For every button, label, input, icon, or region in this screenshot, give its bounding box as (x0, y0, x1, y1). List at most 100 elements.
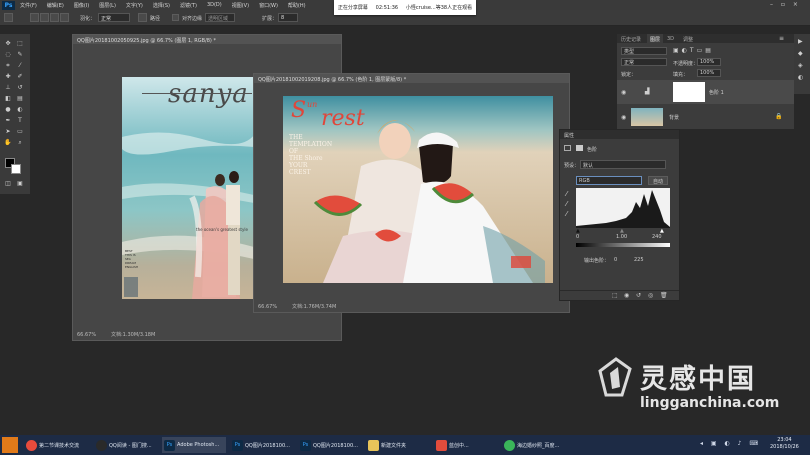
start-button[interactable] (2, 437, 18, 453)
task-photoshop[interactable]: Ps Adobe Photosh... (162, 437, 226, 453)
eyedropper-gray-icon[interactable]: ⁄ (566, 200, 567, 208)
trash-icon[interactable]: 🗑 (660, 292, 668, 299)
gradient-tool-icon[interactable]: ▤ (16, 95, 24, 102)
doc1-zoom[interactable]: 66.67% (77, 332, 96, 338)
subtract-selection-button[interactable] (50, 13, 59, 22)
visibility-eye-icon[interactable]: ◉ (621, 114, 626, 121)
layer-filter-icons[interactable]: ▣◐T▭▤ (673, 47, 733, 55)
maximize-icon[interactable]: ▫ (781, 1, 785, 8)
layer-filter-select[interactable]: 类型 (621, 47, 667, 55)
input-sliders[interactable]: ▲ ▲ ▲ (576, 228, 670, 234)
menu-edit[interactable]: 编辑(E) (42, 2, 69, 9)
mask-icon[interactable] (576, 145, 583, 151)
doc2-title-tab[interactable]: QQ图片20181002019208.jpg @ 66.7% (色阶 1, 图层… (254, 74, 569, 83)
refine-edge-button[interactable]: 透明区域 (205, 13, 235, 22)
tab-history[interactable]: 历史记录 (621, 36, 641, 43)
quick-select-tool-icon[interactable]: ✎ (16, 51, 24, 58)
task-ps-doc1[interactable]: Ps QQ图片2018100... (230, 437, 294, 453)
properties-tab[interactable]: 属性 (564, 132, 574, 139)
layer-mask-thumbnail[interactable] (673, 82, 705, 102)
history-brush-icon[interactable]: ↺ (16, 84, 24, 91)
visibility-eye-icon[interactable]: ◉ (621, 89, 626, 96)
lasso-tool-icon[interactable]: ◌ (4, 51, 12, 58)
history-panel-icon[interactable]: ▶ (798, 38, 803, 45)
channel-select[interactable]: RGB (576, 176, 642, 185)
input-white-value[interactable]: 240 (652, 234, 662, 240)
layer-row-background[interactable]: ◉ 背景 🔒 (617, 106, 794, 128)
menu-help[interactable]: 帮助(H) (283, 2, 311, 9)
3d-panel-icon[interactable]: ◈ (798, 62, 803, 69)
new-selection-button[interactable] (30, 13, 39, 22)
move-tool-icon[interactable]: ✥ (4, 40, 12, 47)
eyedropper-black-icon[interactable]: ⁄ (566, 190, 567, 198)
canvas-photo-sanya[interactable]: sanya the ocean's greatest style BEST TH… (122, 77, 254, 299)
blend-mode-select[interactable]: 正常 (621, 58, 667, 66)
type-tool-icon[interactable]: T (16, 117, 24, 124)
layer-name[interactable]: 色阶 1 (709, 89, 724, 96)
menu-image[interactable]: 图像(I) (69, 2, 94, 9)
path-select-tool-icon[interactable]: ➤ (4, 128, 12, 135)
view-previous-icon[interactable]: ◉ (624, 292, 629, 299)
layer-opacity-field[interactable]: 100% (697, 58, 721, 66)
hand-tool-icon[interactable]: ✋ (4, 139, 12, 146)
stamp-tool-icon[interactable]: ⊥ (4, 84, 12, 91)
panel-menu-icon[interactable]: ≡ (779, 35, 784, 42)
input-black-value[interactable]: 0 (576, 234, 579, 240)
task-qq[interactable]: QQ阅读 - 图门搜... (94, 437, 158, 453)
align-edges-checkbox[interactable] (172, 14, 179, 21)
tool-preset-button[interactable] (4, 13, 13, 22)
tab-adjustments[interactable]: 调整 (683, 36, 693, 43)
menu-window[interactable]: 窗口(W) (254, 2, 283, 9)
quick-mask-icon[interactable]: ◫ (4, 180, 12, 187)
menu-file[interactable]: 文件(F) (15, 2, 42, 9)
eyedropper-white-icon[interactable]: ⁄ (566, 210, 567, 218)
task-app[interactable]: 蓝创中... (434, 437, 498, 453)
marquee-tool-icon[interactable]: ⬚ (16, 40, 24, 47)
healing-tool-icon[interactable]: ✚ (4, 73, 12, 80)
blur-tool-icon[interactable]: ● (4, 106, 12, 113)
eraser-tool-icon[interactable]: ◧ (4, 95, 12, 102)
tray-icons[interactable]: ◂ ▣ ◐ ♪ ⌨ (700, 440, 761, 447)
menu-type[interactable]: 文字(Y) (121, 2, 148, 9)
clock[interactable]: 23:04 2018/10/26 (770, 437, 799, 451)
input-gamma-value[interactable]: 1.00 (616, 234, 627, 240)
fill-field[interactable]: 100% (697, 69, 721, 77)
output-white-value[interactable]: 225 (634, 257, 644, 263)
adjustments-panel-icon[interactable]: ◐ (798, 74, 803, 81)
shape-tool-icon[interactable]: ▭ (16, 128, 24, 135)
pen-tool-icon[interactable]: ✒ (4, 117, 12, 124)
screen-mode-icon[interactable]: ▣ (16, 180, 24, 187)
doc2-zoom[interactable]: 66.67% (258, 304, 277, 310)
task-browser[interactable]: 海边婚纱照_百度... (502, 437, 568, 453)
layers-panel-icon[interactable]: ◆ (798, 50, 803, 57)
clip-to-layer-icon[interactable]: ⬚ (612, 292, 618, 299)
task-ps-doc2[interactable]: Ps QQ图片2018100... (298, 437, 362, 453)
visibility-icon[interactable]: ◎ (648, 292, 653, 299)
brush-tool-icon[interactable]: ✐ (16, 73, 24, 80)
crop-tool-icon[interactable]: ⌗ (4, 62, 12, 69)
auto-button[interactable]: 自动 (648, 176, 668, 185)
menu-view[interactable]: 视图(V) (227, 2, 254, 9)
close-icon[interactable]: × (793, 1, 798, 8)
layer-row-levels[interactable]: ◉ ▟ 色阶 1 (617, 80, 794, 104)
canvas-photo-sunrest[interactable]: S un rest THE TEMPLATION OF THE Shore YO… (283, 96, 553, 283)
zoom-tool-icon[interactable]: ⌕ (16, 139, 24, 146)
menu-select[interactable]: 选择(S) (148, 2, 175, 9)
layer-name[interactable]: 背景 (669, 114, 679, 121)
dodge-tool-icon[interactable]: ◐ (16, 106, 24, 113)
doc1-title-tab[interactable]: QQ图片20181002050925.jpg @ 66.7% (图层 1, RG… (73, 35, 341, 44)
tab-layers[interactable]: 图层 (647, 34, 664, 43)
preset-select[interactable]: 默认 (580, 160, 666, 169)
reset-icon[interactable]: ↺ (636, 292, 641, 299)
eyedropper-tool-icon[interactable]: ⁄ (16, 62, 24, 69)
menu-filter[interactable]: 滤镜(T) (175, 2, 202, 9)
add-selection-button[interactable] (40, 13, 49, 22)
tab-3d[interactable]: 3D (667, 36, 674, 42)
output-black-value[interactable]: 0 (614, 257, 617, 263)
background-color-swatch[interactable] (11, 164, 21, 174)
task-folder[interactable]: 新建文件夹 (366, 437, 428, 453)
minimize-icon[interactable]: – (770, 1, 773, 8)
intersect-selection-button[interactable] (60, 13, 69, 22)
task-chrome[interactable]: 第二节课技术交流 (24, 437, 82, 453)
path-icon[interactable] (138, 13, 147, 22)
